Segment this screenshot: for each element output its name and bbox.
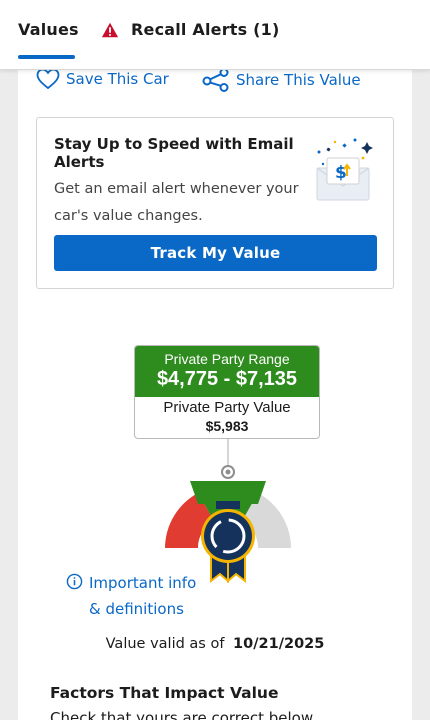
card-actions: Save This Car Share This Value	[36, 68, 412, 98]
active-tab-indicator	[18, 55, 75, 59]
value-valid-date: Value valid as of 10/21/2025	[18, 636, 412, 652]
heart-icon	[36, 68, 60, 90]
private-party-value-label: Private Party Value	[163, 399, 291, 416]
track-my-value-button[interactable]: Track My Value	[54, 235, 377, 271]
save-car-button[interactable]: Save This Car	[36, 68, 169, 90]
tab-values-label: Values	[18, 20, 79, 39]
tab-recall-alerts[interactable]: Recall Alerts (1)	[101, 20, 280, 60]
envelope-icon: $	[316, 138, 373, 201]
value-gauge	[165, 438, 291, 584]
page: Values Recall Alerts (1) Save This Car S…	[0, 0, 430, 720]
valid-prefix: Value valid as of	[105, 636, 225, 652]
factors-title: Factors That Impact Value	[50, 684, 279, 702]
important-info-link[interactable]: Important info & definitions	[66, 570, 209, 622]
values-card: Save This Car Share This Value Stay Up t…	[18, 60, 412, 720]
share-value-label: Share This Value	[236, 71, 361, 89]
range-label: Private Party Range	[164, 351, 290, 367]
warning-triangle-icon	[101, 22, 119, 38]
range-value: $4,775 - $7,135	[156, 368, 298, 390]
private-party-range-box: Private Party Range $4,775 - $7,135 Priv…	[134, 345, 320, 439]
factors-subtitle: Check that yours are correct below.	[50, 709, 317, 720]
important-info-label: Important info & definitions	[89, 574, 197, 618]
private-party-value: $5,983	[205, 418, 249, 434]
save-car-label: Save This Car	[66, 70, 169, 88]
tab-values[interactable]: Values	[18, 20, 79, 60]
tab-recall-label: Recall Alerts (1)	[131, 20, 280, 39]
share-value-button[interactable]: Share This Value	[202, 68, 361, 92]
email-alert-title: Stay Up to Speed with Email Alerts	[54, 135, 294, 171]
valid-date: 10/21/2025	[233, 636, 325, 652]
tab-bar: Values Recall Alerts (1)	[0, 0, 430, 70]
email-alert-box: Stay Up to Speed with Email Alerts Get a…	[36, 117, 394, 289]
info-icon	[66, 573, 83, 590]
email-alert-description: Get an email alert whenever your car's v…	[54, 181, 299, 224]
share-icon	[202, 68, 229, 92]
range-header: Private Party Range $4,775 - $7,135	[135, 346, 319, 397]
